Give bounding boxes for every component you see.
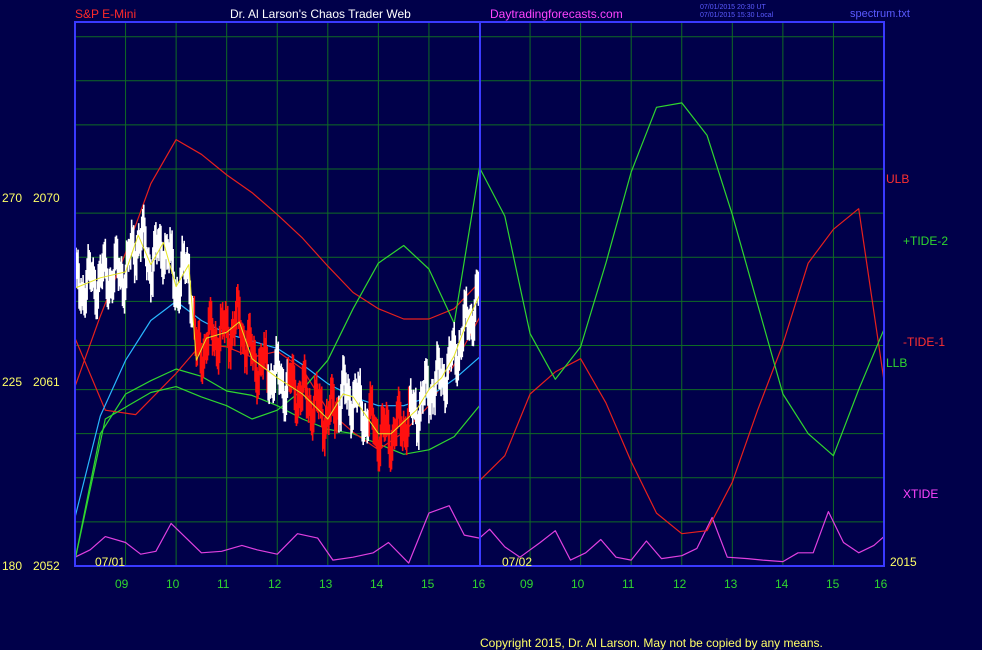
x-tick-d2-15: 15 — [826, 577, 840, 591]
timestamp-utc: 07/01/2015 20:30 UT — [700, 4, 766, 11]
x-tick-d1-13: 13 — [319, 577, 333, 591]
site-link[interactable]: Daytradingforecasts.com — [490, 7, 623, 21]
x-tick-d1-10: 10 — [166, 577, 180, 591]
date-label-day2: 07/02 — [502, 555, 533, 569]
x-tick-d1-09: 09 — [115, 577, 129, 591]
y-tick-left-225: 225 — [2, 375, 23, 389]
year-label: 2015 — [890, 555, 917, 569]
copyright-notice: Copyright 2015, Dr. Al Larson. May not b… — [480, 636, 823, 650]
date-label-day1: 07/01 — [95, 555, 126, 569]
label-tide-plus-2: +TIDE-2 — [903, 234, 949, 248]
label-llb: LLB — [886, 356, 908, 370]
data-filename: spectrum.txt — [850, 8, 910, 20]
timestamp-local: 07/01/2015 15:30 Local — [700, 12, 774, 19]
x-tick-d1-16: 16 — [472, 577, 486, 591]
label-ulb: ULB — [886, 172, 910, 186]
x-tick-d2-13: 13 — [724, 577, 738, 591]
y-tick-right-2052: 2052 — [33, 559, 60, 573]
y-tick-right-2070: 2070 — [33, 191, 60, 205]
x-tick-d1-15: 15 — [421, 577, 435, 591]
x-tick-d1-12: 12 — [268, 577, 282, 591]
x-tick-d2-09: 09 — [520, 577, 534, 591]
instrument-label: S&P E-Mini — [75, 7, 137, 21]
x-tick-d1-11: 11 — [217, 577, 230, 591]
price-chart — [74, 21, 885, 567]
y-tick-left-180: 180 — [2, 559, 23, 573]
label-xtide: XTIDE — [903, 487, 939, 501]
x-tick-d2-16: 16 — [874, 577, 888, 591]
chart-header-title: Dr. Al Larson's Chaos Trader Web — [230, 7, 411, 21]
x-tick-d2-11: 11 — [622, 577, 635, 591]
x-tick-d2-10: 10 — [571, 577, 585, 591]
label-tide-minus-1: -TIDE-1 — [903, 335, 945, 349]
x-tick-d2-12: 12 — [673, 577, 687, 591]
x-tick-d2-14: 14 — [775, 577, 789, 591]
y-tick-right-2061: 2061 — [33, 375, 60, 389]
x-tick-d1-14: 14 — [370, 577, 384, 591]
y-tick-left-270: 270 — [2, 191, 23, 205]
